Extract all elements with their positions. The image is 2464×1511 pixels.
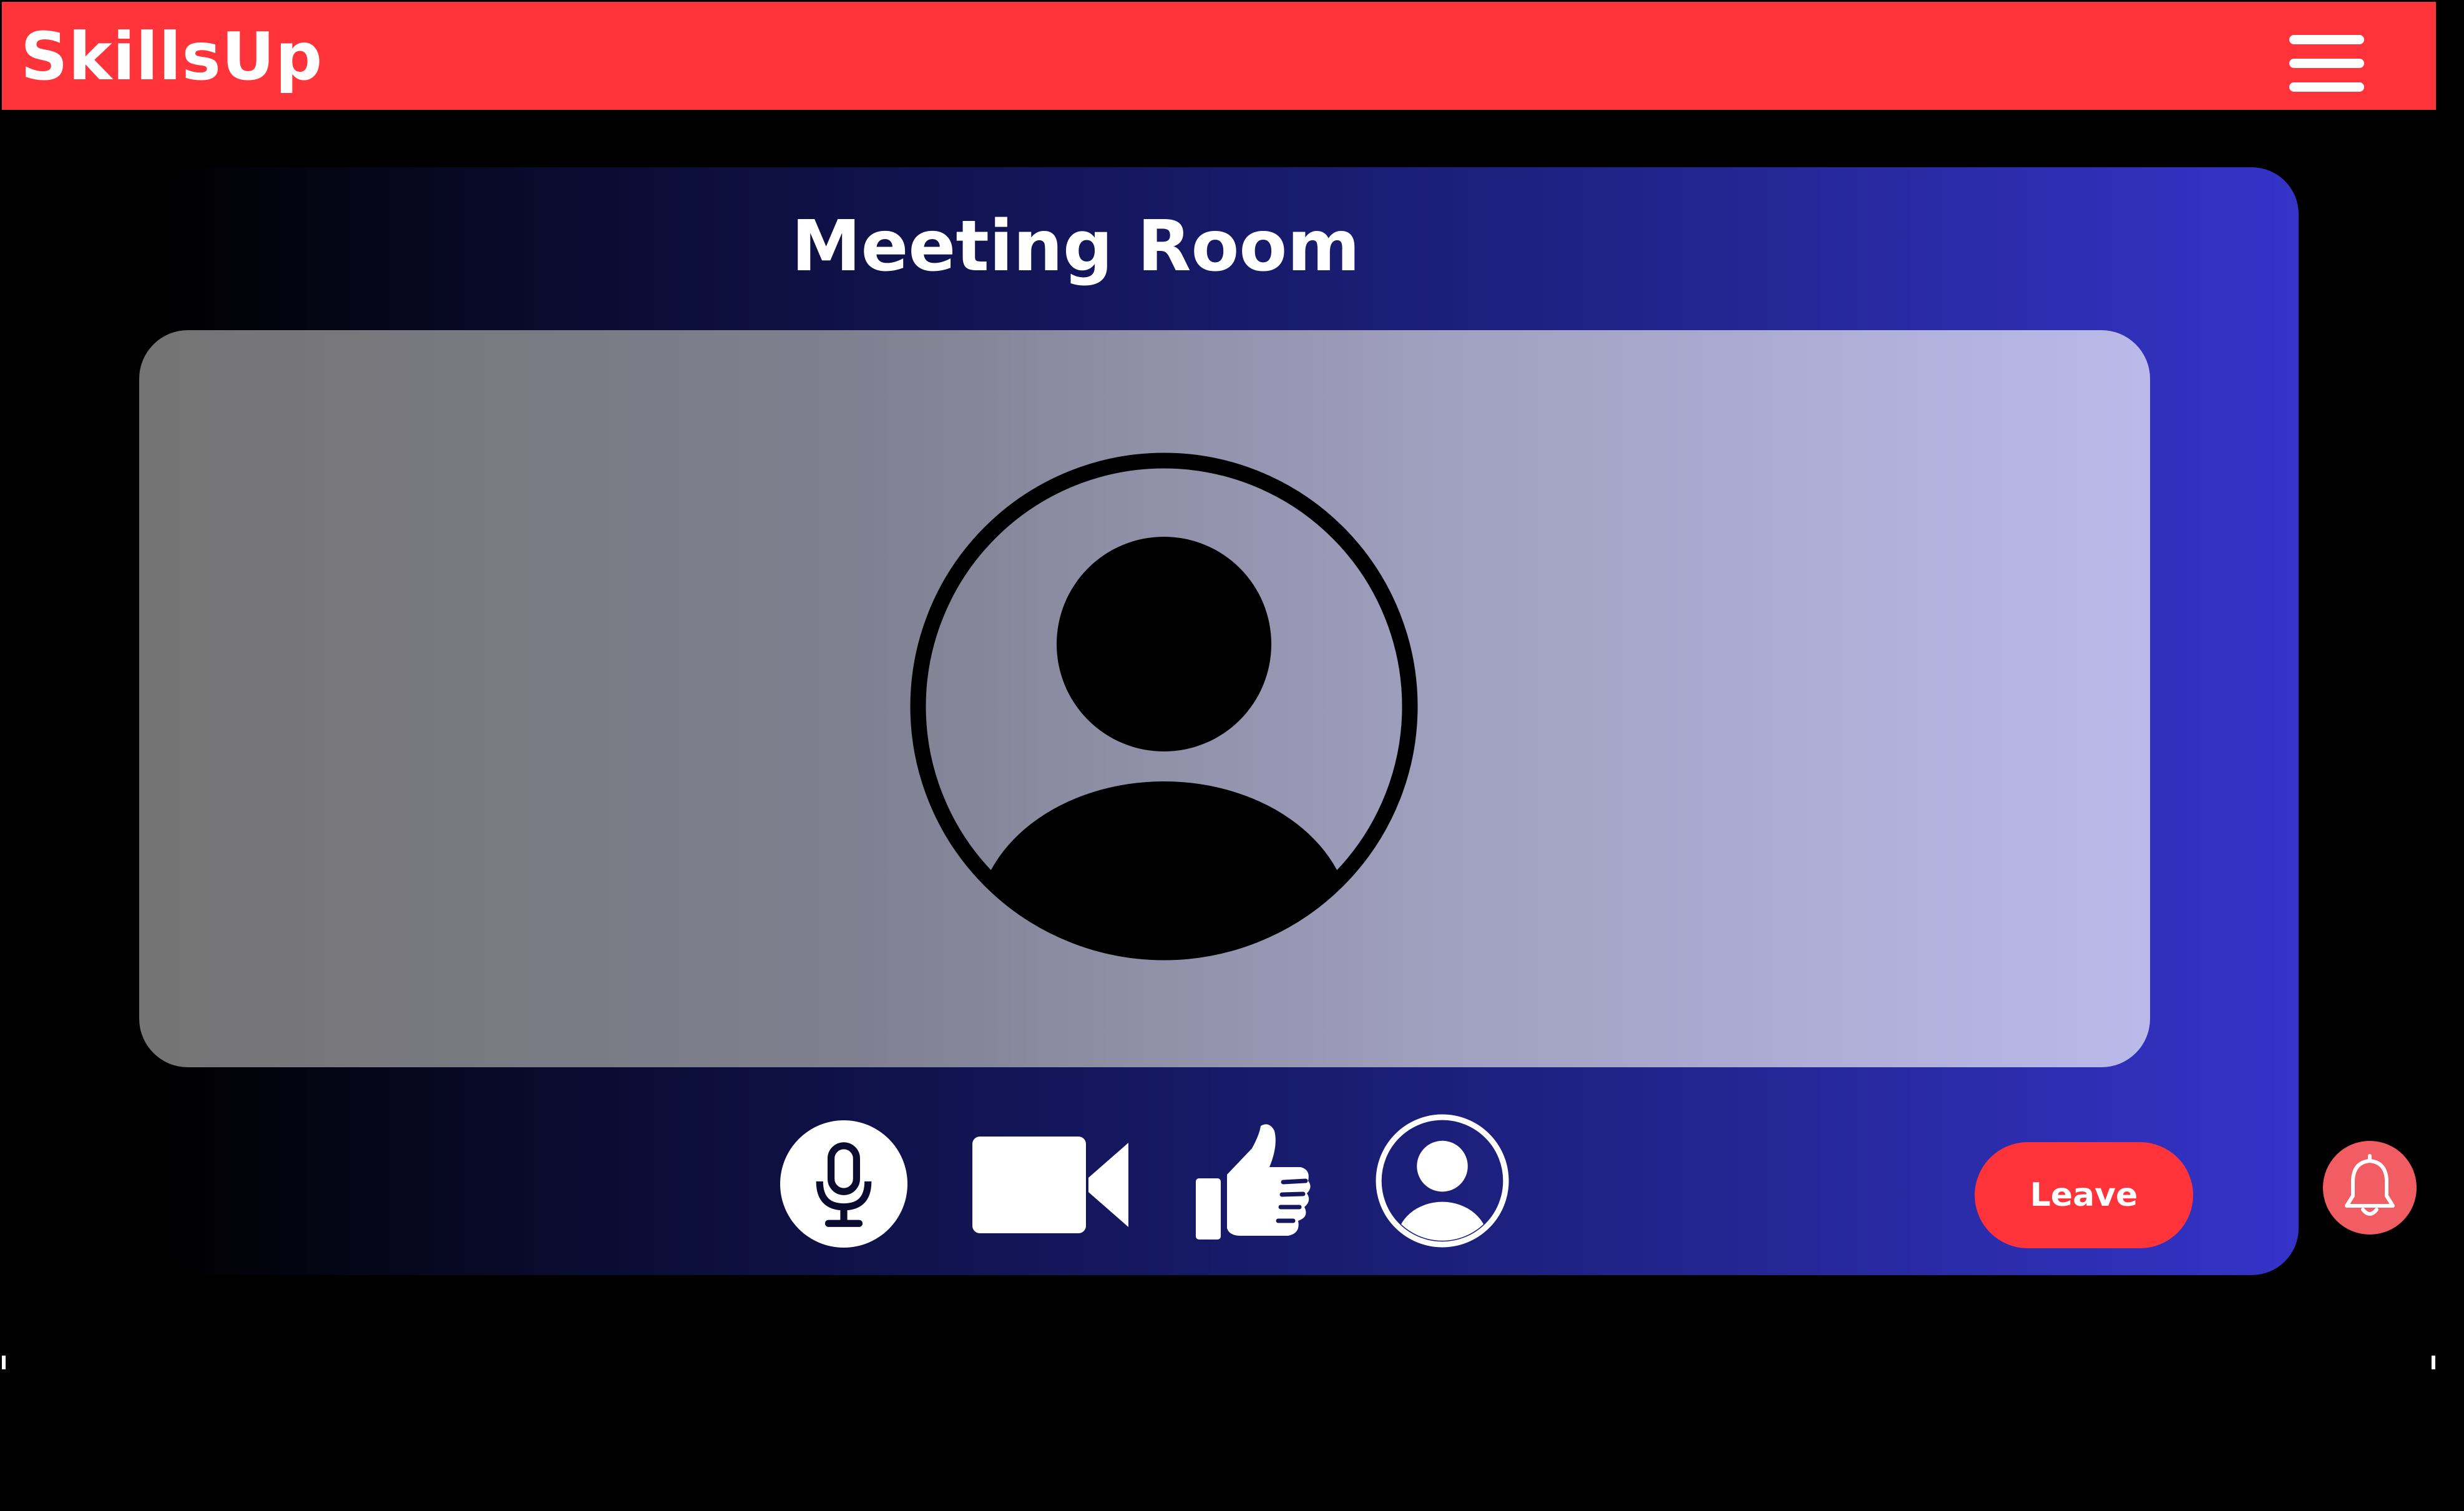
top-nav-bar: SkillsUp [2,2,2436,110]
user-avatar-icon [910,452,1418,961]
bell-icon[interactable] [2323,1141,2417,1235]
hamburger-menu-icon[interactable] [2286,30,2374,99]
video-camera-icon[interactable] [972,1130,1128,1240]
video-feed-area [139,330,2150,1067]
microphone-icon[interactable] [780,1120,907,1248]
page-title: Meeting Room [791,206,1361,287]
user-profile-icon[interactable] [1376,1114,1509,1248]
thumbs-up-icon[interactable] [1196,1121,1311,1243]
meeting-panel: Meeting Room Leave [139,167,2299,1275]
brand-logo[interactable]: SkillsUp [21,13,323,100]
frame-corner-left [2,1356,6,1369]
leave-button[interactable]: Leave [1975,1142,2193,1248]
frame-corner-right [2432,1356,2435,1369]
